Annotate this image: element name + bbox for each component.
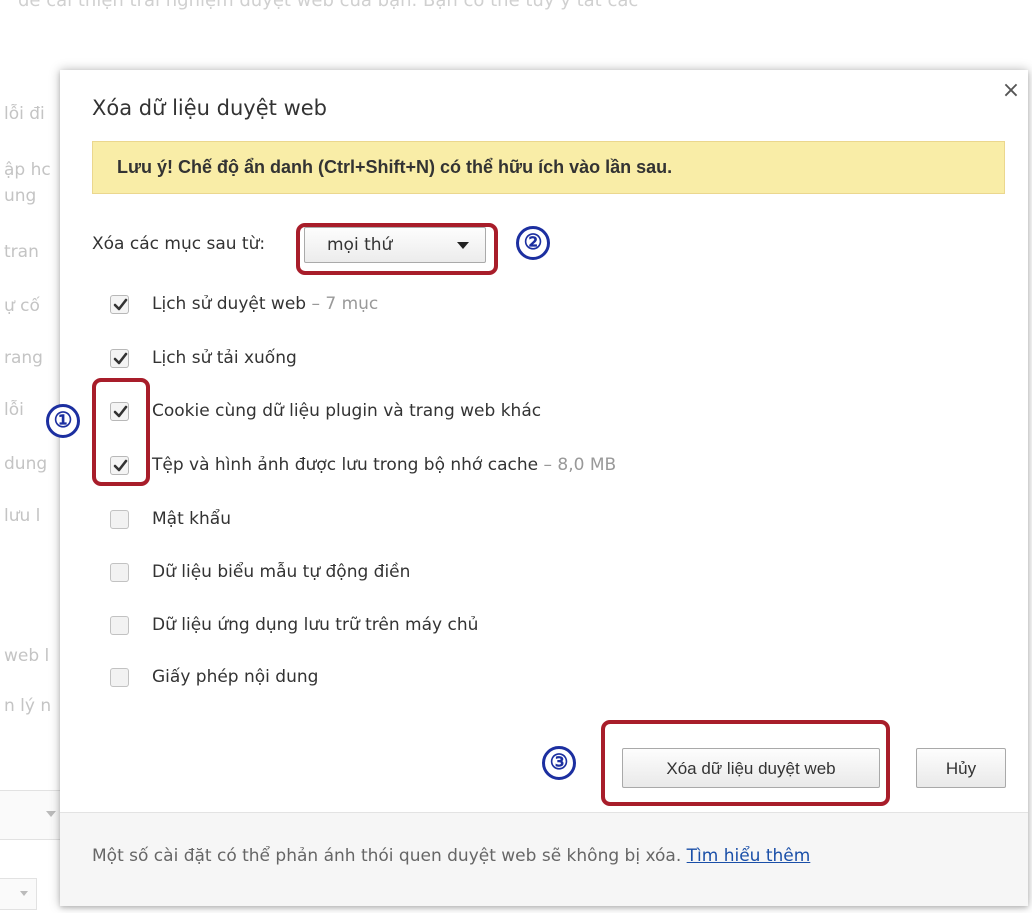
- checkbox-label: Dữ liệu ứng dụng lưu trữ trên máy chủ: [152, 615, 479, 635]
- dropdown-arrow-icon: [457, 242, 469, 249]
- content-licenses-checkbox[interactable]: [110, 668, 129, 687]
- checkmark-icon: [113, 459, 128, 472]
- clear-browsing-data-button[interactable]: Xóa dữ liệu duyệt web: [622, 748, 880, 788]
- background-fragment: ung: [4, 186, 37, 206]
- background-fragment: n lý n: [4, 696, 52, 716]
- checkbox-label: Cookie cùng dữ liệu plugin và trang web …: [152, 401, 542, 421]
- background-fragment: ự cố: [4, 296, 40, 316]
- checkbox-label: Lịch sử duyệt web – 7 mục: [152, 294, 379, 314]
- cache-size: – 8,0 MB: [538, 455, 617, 475]
- background-fragment: ập hc: [4, 160, 51, 180]
- checkmark-icon: [113, 405, 128, 418]
- checkbox-label: Tệp và hình ảnh được lưu trong bộ nhớ ca…: [152, 455, 617, 475]
- clear-browsing-data-dialog: × Xóa dữ liệu duyệt web Lưu ý! Chế độ ẩn…: [60, 70, 1028, 906]
- background-fragment: lỗi đi: [4, 104, 45, 124]
- background-dropdown: [0, 878, 37, 910]
- checkmark-icon: [113, 352, 128, 365]
- passwords-checkbox[interactable]: [110, 510, 129, 529]
- dialog-title: Xóa dữ liệu duyệt web: [92, 96, 327, 120]
- time-range-select[interactable]: mọi thứ: [304, 227, 486, 263]
- close-button[interactable]: ×: [998, 78, 1024, 104]
- step-number-1: ①: [46, 404, 80, 438]
- item-count: – 7 mục: [306, 294, 379, 314]
- step-number-2: ②: [516, 226, 550, 260]
- incognito-warning-banner: Lưu ý! Chế độ ẩn danh (Ctrl+Shift+N) có …: [92, 141, 1005, 194]
- footer-note: Một số cài đặt có thể phản ánh thói quen…: [92, 846, 811, 866]
- time-range-value: mọi thứ: [327, 235, 393, 255]
- background-fragment: lưu l: [4, 506, 41, 526]
- autofill-checkbox[interactable]: [110, 563, 129, 582]
- background-dropdown: [0, 790, 63, 840]
- background-fragment: dung: [4, 454, 48, 474]
- checkbox-label: Dữ liệu biểu mẫu tự động điền: [152, 562, 411, 582]
- background-fragment: rang: [4, 348, 43, 368]
- background-intro-text: để cải thiện trải nghiệm duyệt web của b…: [18, 0, 639, 11]
- hosted-app-data-checkbox[interactable]: [110, 616, 129, 635]
- cache-checkbox[interactable]: [110, 456, 129, 475]
- background-fragment: tran: [4, 242, 39, 262]
- background-fragment: web l: [4, 646, 50, 666]
- download-history-checkbox[interactable]: [110, 349, 129, 368]
- background-fragment: lỗi: [4, 400, 24, 420]
- checkmark-icon: [113, 298, 128, 311]
- cookies-checkbox[interactable]: [110, 402, 129, 421]
- time-range-label: Xóa các mục sau từ:: [92, 234, 266, 254]
- checkbox-label: Giấy phép nội dung: [152, 667, 319, 687]
- learn-more-link[interactable]: Tìm hiểu thêm: [687, 846, 811, 866]
- checkbox-label: Mật khẩu: [152, 509, 231, 529]
- step-number-3: ③: [542, 746, 576, 780]
- cancel-button[interactable]: Hủy: [916, 748, 1006, 788]
- checkbox-label: Lịch sử tải xuống: [152, 348, 297, 368]
- browsing-history-checkbox[interactable]: [110, 295, 129, 314]
